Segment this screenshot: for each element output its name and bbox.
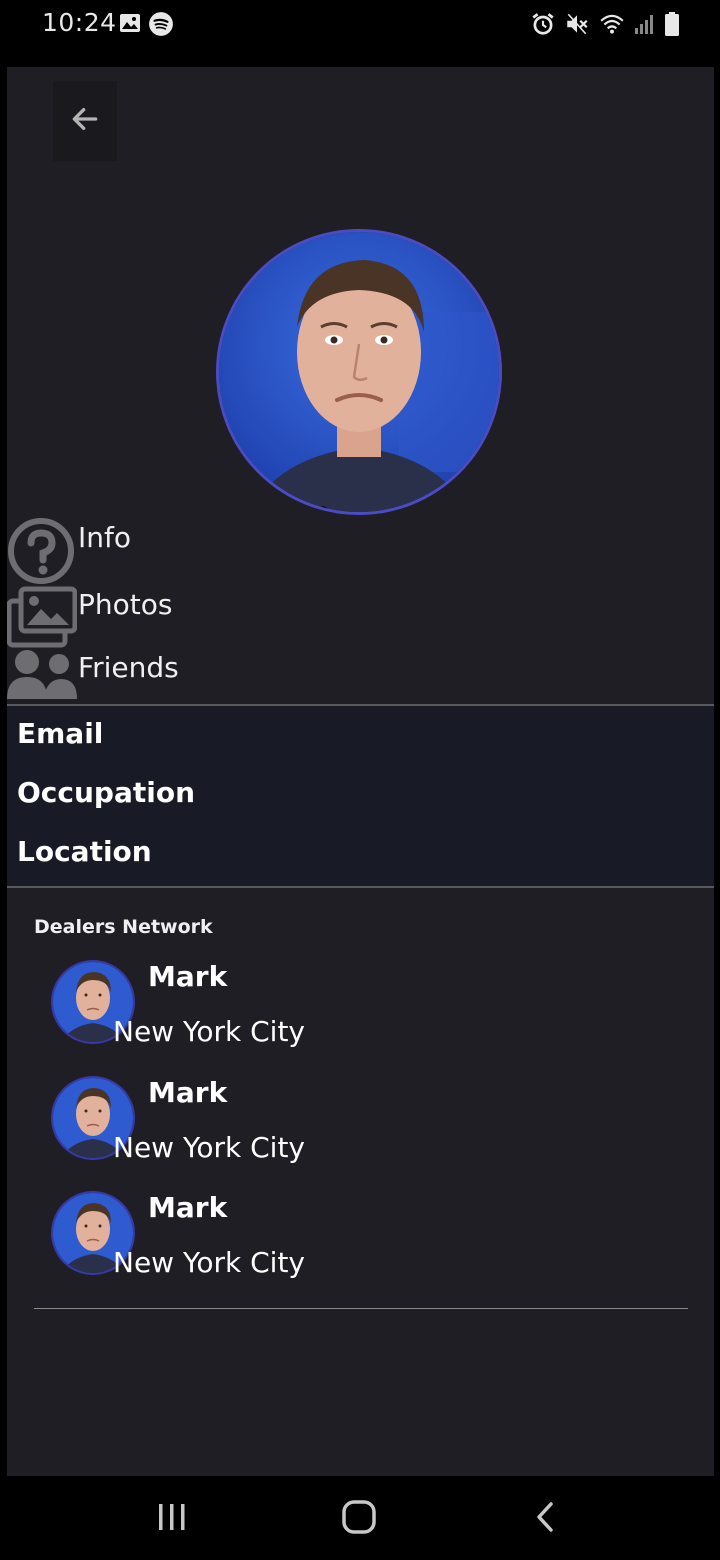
network-item-location: New York City: [113, 1015, 305, 1048]
home-icon: [341, 1499, 377, 1540]
alarm-icon: [530, 11, 556, 42]
status-right-icons: [530, 11, 680, 42]
system-nav-bar: [0, 1476, 720, 1560]
network-section-title: Dealers Network: [34, 916, 213, 938]
back-nav-button[interactable]: [516, 1494, 576, 1544]
divider: [7, 886, 714, 888]
network-list-item[interactable]: Mark New York City: [51, 960, 471, 1070]
battery-icon: [664, 11, 680, 42]
mute-icon: [564, 11, 590, 42]
network-item-location: New York City: [113, 1131, 305, 1164]
menu-item-label: Photos: [78, 588, 173, 621]
detail-location-label: Location: [17, 835, 152, 868]
menu-item-label: Friends: [78, 651, 179, 684]
recents-button[interactable]: [142, 1494, 202, 1544]
detail-email-label: Email: [17, 717, 104, 750]
spotify-icon: [148, 11, 174, 42]
back-button[interactable]: [53, 81, 117, 161]
divider: [34, 1308, 688, 1309]
menu-item-info[interactable]: Info: [7, 516, 407, 584]
status-bar: 10:24: [0, 0, 720, 52]
network-item-name: Mark: [148, 960, 228, 993]
network-item-name: Mark: [148, 1191, 228, 1224]
arrow-left-icon: [69, 103, 101, 140]
app-screen: Info Photos Friends Email Occupation Loc…: [6, 67, 714, 1476]
status-time: 10:24: [42, 8, 117, 37]
detail-occupation-label: Occupation: [17, 776, 196, 809]
network-item-location: New York City: [113, 1246, 305, 1279]
gallery-icon: [118, 11, 142, 42]
wifi-icon: [598, 11, 626, 42]
status-left-icons: [118, 11, 174, 42]
network-item-name: Mark: [148, 1076, 228, 1109]
help-circle-icon: [7, 516, 77, 586]
photos-icon: [6, 585, 78, 655]
network-list-item[interactable]: Mark New York City: [51, 1191, 471, 1301]
menu-item-label: Info: [78, 521, 131, 554]
details-panel: Email Occupation Location: [7, 706, 714, 886]
home-button[interactable]: [329, 1494, 389, 1544]
recents-icon: [156, 1501, 188, 1538]
profile-photo: [216, 229, 502, 515]
network-list-item[interactable]: Mark New York City: [51, 1076, 471, 1186]
back-icon: [530, 1501, 562, 1538]
menu-item-photos[interactable]: Photos: [6, 585, 407, 649]
signal-icon: [634, 12, 656, 41]
